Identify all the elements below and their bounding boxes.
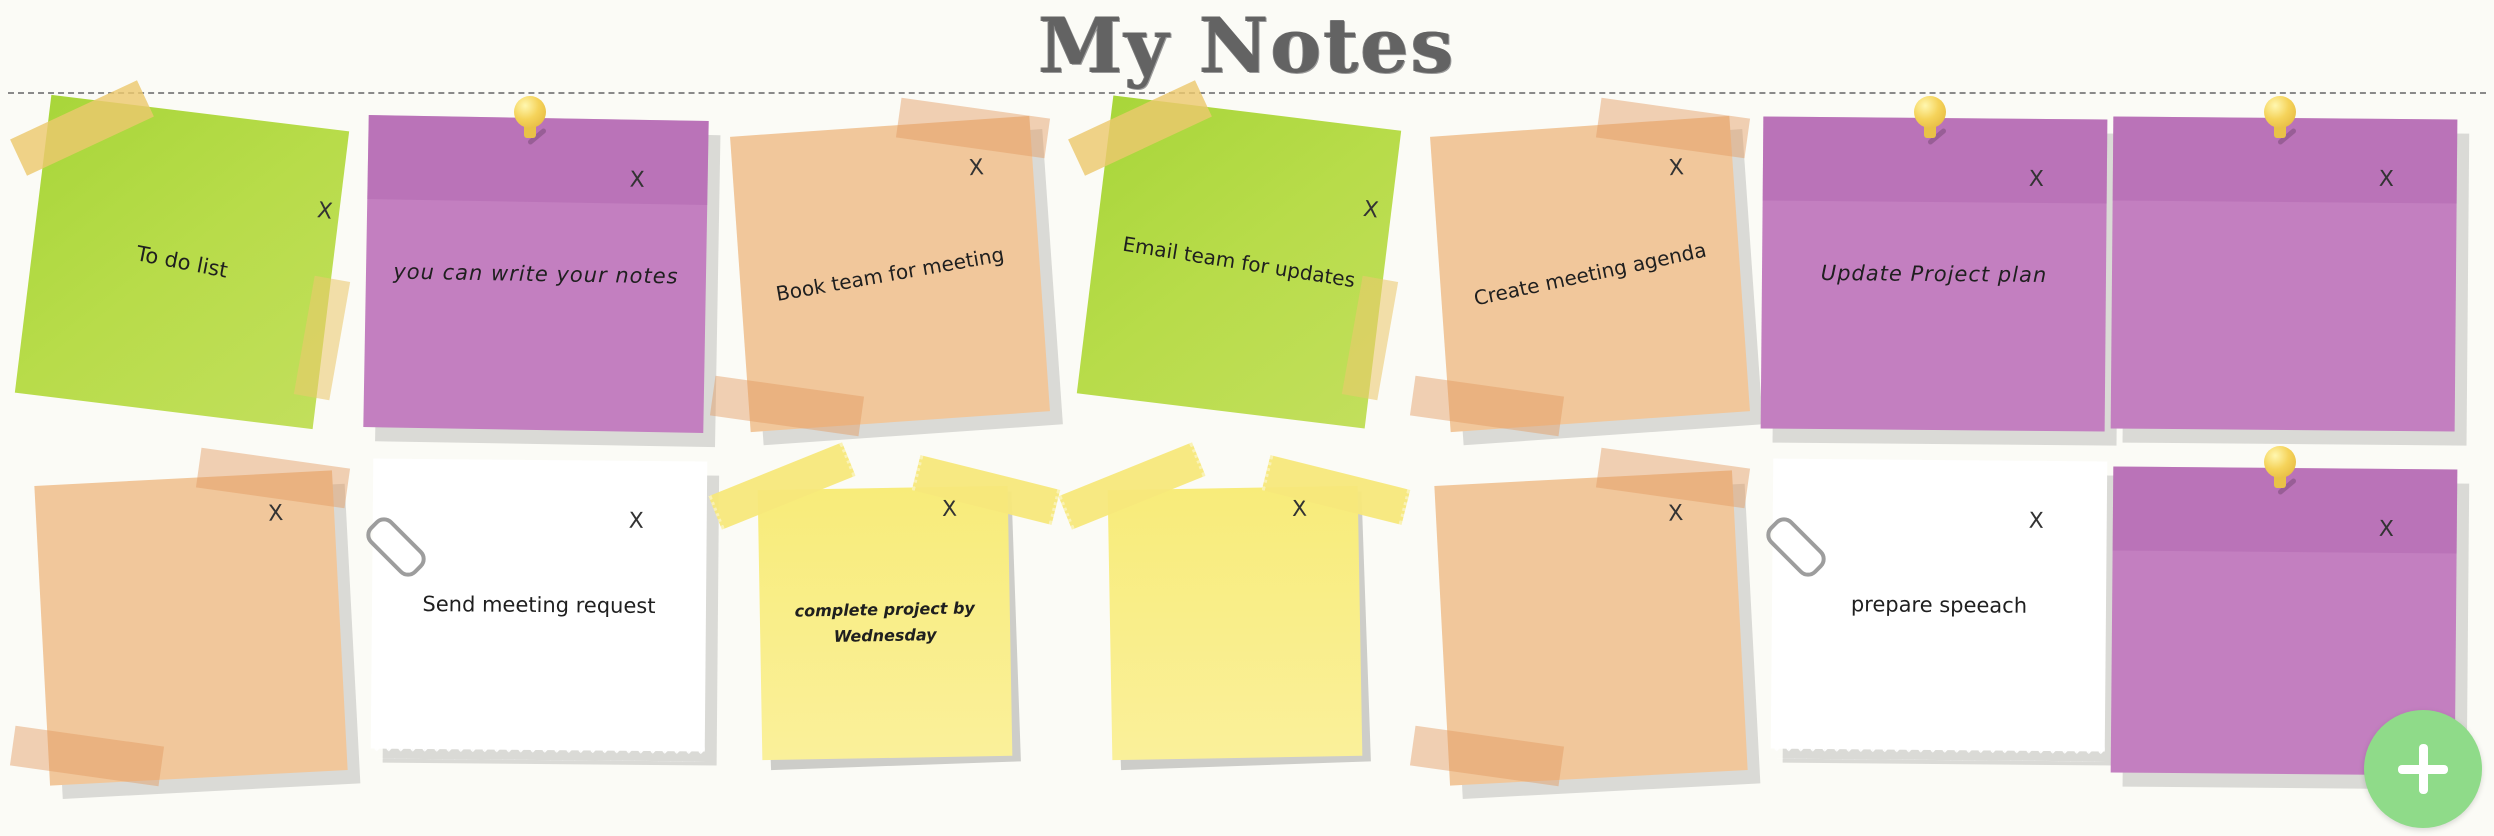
- close-icon[interactable]: X: [268, 501, 284, 527]
- add-note-button[interactable]: [2364, 710, 2482, 828]
- close-icon[interactable]: X: [2029, 167, 2044, 192]
- close-icon[interactable]: X: [2029, 509, 2044, 534]
- sticky-note[interactable]: Email team for updates X: [1060, 80, 1410, 450]
- close-icon[interactable]: X: [1292, 497, 1308, 522]
- note-text[interactable]: you can write your notes: [363, 115, 708, 433]
- pushpin-icon: [512, 96, 550, 146]
- note-text[interactable]: complete project by Wednesday: [758, 486, 1013, 760]
- note-text[interactable]: [2111, 117, 2458, 432]
- close-icon[interactable]: X: [629, 168, 645, 193]
- sticky-note[interactable]: complete project by Wednesday X: [708, 440, 1061, 810]
- note-text[interactable]: Update Project plan: [1761, 117, 2108, 432]
- note-text[interactable]: Send meeting request: [371, 459, 708, 752]
- sticky-note[interactable]: X: [1058, 440, 1411, 810]
- pushpin-icon: [2262, 446, 2300, 496]
- close-icon[interactable]: X: [968, 155, 985, 181]
- close-icon[interactable]: X: [2379, 517, 2394, 542]
- close-icon[interactable]: X: [629, 509, 644, 534]
- sticky-note[interactable]: Book team for meeting X: [709, 90, 1060, 450]
- pushpin-icon: [1912, 96, 1950, 146]
- sticky-note[interactable]: X: [1409, 440, 1760, 810]
- sticky-note[interactable]: Update Project plan X: [1760, 90, 2110, 450]
- close-icon[interactable]: X: [2379, 167, 2394, 192]
- sticky-note[interactable]: X: [2110, 90, 2460, 450]
- pushpin-icon: [2262, 96, 2300, 146]
- note-text[interactable]: [1108, 486, 1363, 760]
- torn-edge: [370, 744, 705, 762]
- close-icon[interactable]: X: [1668, 501, 1684, 527]
- note-text[interactable]: prepare speeach: [1771, 459, 2108, 752]
- plus-icon: [2418, 744, 2428, 794]
- sticky-note[interactable]: Create meeting agenda X: [1409, 90, 1760, 450]
- close-icon[interactable]: X: [1362, 197, 1380, 224]
- sticky-note[interactable]: To do list X: [0, 80, 360, 450]
- sticky-note[interactable]: Send meeting request X: [360, 440, 710, 810]
- torn-edge: [1770, 744, 2105, 762]
- close-icon[interactable]: X: [942, 497, 958, 522]
- sticky-note[interactable]: prepare speeach X: [1760, 440, 2110, 810]
- page-title: My Notes: [1038, 1, 1456, 90]
- close-icon[interactable]: X: [316, 198, 334, 225]
- close-icon[interactable]: X: [1668, 155, 1685, 181]
- sticky-note[interactable]: you can write your notes X: [360, 90, 710, 450]
- sticky-note[interactable]: X: [0, 440, 360, 810]
